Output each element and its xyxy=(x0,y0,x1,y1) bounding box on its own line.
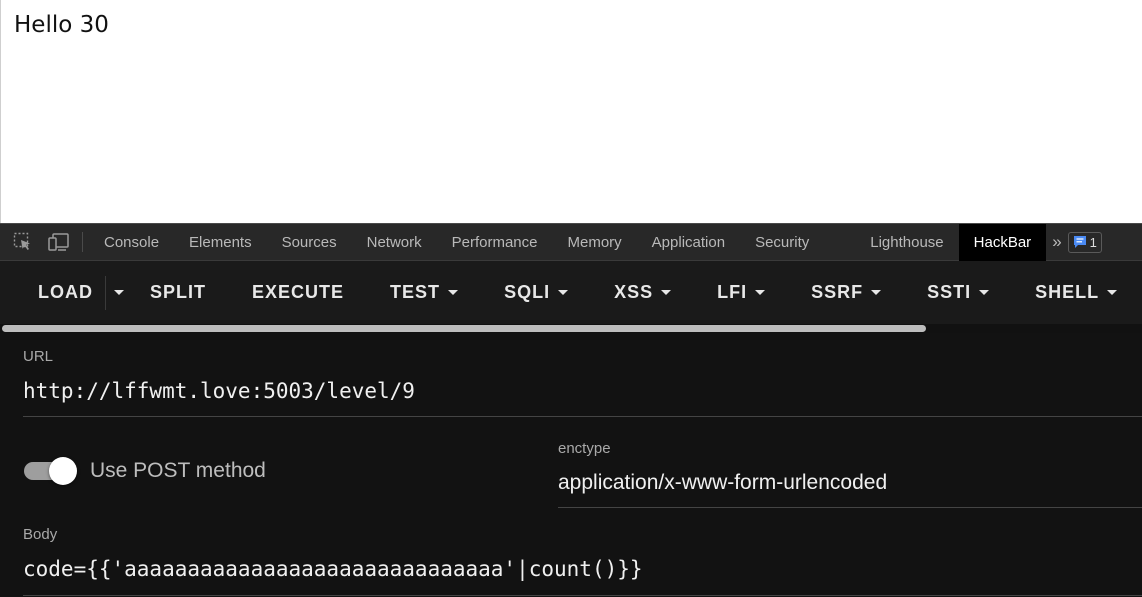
devtools-tab-strip: Console Elements Sources Network Perform… xyxy=(0,223,1142,261)
hackbar-panel: URL http://lffwmt.love:5003/level/9 Use … xyxy=(0,333,1142,597)
page-content-text: Hello 30 xyxy=(14,12,109,38)
tab-console[interactable]: Console xyxy=(93,224,174,261)
message-icon xyxy=(1073,236,1086,248)
sqli-menu-button[interactable]: SQLI xyxy=(504,261,569,324)
split-button[interactable]: SPLIT xyxy=(150,261,206,324)
ssrf-menu-button[interactable]: SSRF xyxy=(811,261,882,324)
toolbar-scrollbar[interactable] xyxy=(0,324,1142,333)
ssti-label: SSTI xyxy=(927,282,972,302)
ssrf-label: SSRF xyxy=(811,282,864,302)
tab-lighthouse[interactable]: Lighthouse xyxy=(855,224,958,261)
tab-hackbar[interactable]: HackBar xyxy=(958,223,1047,261)
issues-count: 1 xyxy=(1089,234,1097,250)
tab-performance[interactable]: Performance xyxy=(437,224,553,261)
lfi-menu-button[interactable]: LFI xyxy=(717,261,766,324)
url-input[interactable]: http://lffwmt.love:5003/level/9 xyxy=(23,379,415,403)
lfi-label: LFI xyxy=(717,282,748,302)
enctype-label: enctype xyxy=(558,440,611,457)
shell-menu-button[interactable]: SHELL xyxy=(1035,261,1118,324)
tab-application[interactable]: Application xyxy=(637,224,740,261)
caret-down-icon xyxy=(661,290,672,295)
hackbar-toolbar: LOAD SPLIT EXECUTE TEST SQLI XSS LFI SSR… xyxy=(0,261,1142,324)
inspect-element-icon[interactable] xyxy=(12,231,34,253)
post-method-toggle[interactable] xyxy=(24,457,78,485)
toggle-knob xyxy=(49,457,77,485)
enctype-select[interactable]: application/x-www-form-urlencoded xyxy=(558,471,887,495)
tab-separator xyxy=(82,232,83,252)
caret-down-icon xyxy=(114,290,124,295)
device-toolbar-icon[interactable] xyxy=(48,231,70,253)
caret-down-icon xyxy=(755,290,766,295)
shell-label: SHELL xyxy=(1035,282,1100,302)
body-label: Body xyxy=(23,526,58,543)
post-method-label: Use POST method xyxy=(90,459,266,482)
test-menu-button[interactable]: TEST xyxy=(390,261,459,324)
body-underline xyxy=(23,595,1142,596)
tab-network[interactable]: Network xyxy=(352,224,437,261)
url-underline xyxy=(23,416,1142,417)
enctype-underline xyxy=(558,507,1142,508)
more-tabs-button[interactable]: » xyxy=(1046,224,1065,261)
tab-security[interactable]: Security xyxy=(740,224,855,261)
ssti-menu-button[interactable]: SSTI xyxy=(927,261,990,324)
tab-sources[interactable]: Sources xyxy=(267,224,352,261)
load-menu-button[interactable] xyxy=(112,261,124,324)
xss-label: XSS xyxy=(614,282,654,302)
test-label: TEST xyxy=(390,282,441,302)
caret-down-icon xyxy=(871,290,882,295)
caret-down-icon xyxy=(448,290,459,295)
tab-elements[interactable]: Elements xyxy=(174,224,267,261)
issues-button[interactable]: 1 xyxy=(1067,231,1102,253)
xss-menu-button[interactable]: XSS xyxy=(614,261,672,324)
caret-down-icon xyxy=(558,290,569,295)
load-button[interactable]: LOAD xyxy=(38,261,93,324)
body-input[interactable]: code={{'aaaaaaaaaaaaaaaaaaaaaaaaaaaaaa'|… xyxy=(23,557,643,581)
scrollbar-thumb[interactable] xyxy=(2,325,926,332)
tab-memory[interactable]: Memory xyxy=(553,224,637,261)
caret-down-icon xyxy=(979,290,990,295)
sqli-label: SQLI xyxy=(504,282,551,302)
caret-down-icon xyxy=(1107,290,1118,295)
load-split-divider xyxy=(105,275,106,310)
page-viewport: Hello 30 xyxy=(0,0,1142,223)
execute-button[interactable]: EXECUTE xyxy=(252,261,344,324)
url-label: URL xyxy=(23,348,54,365)
